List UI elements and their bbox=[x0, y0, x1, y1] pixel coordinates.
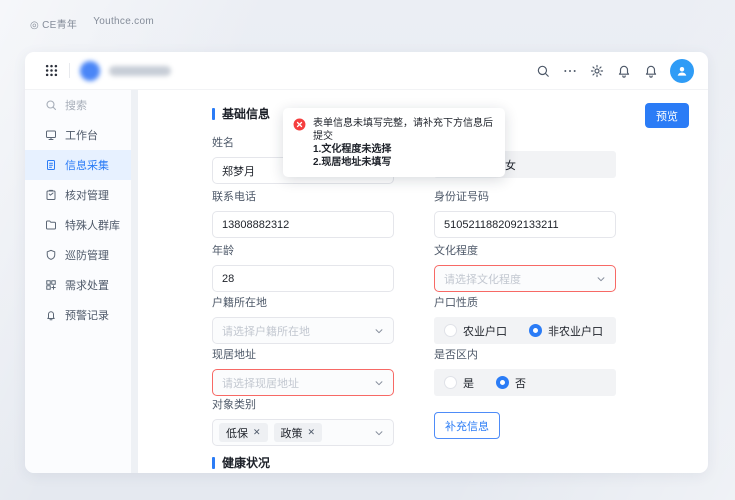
alarm-icon bbox=[45, 309, 58, 322]
error-icon bbox=[293, 118, 306, 169]
section-basic-info: 基础信息 bbox=[212, 105, 270, 122]
search-icon[interactable] bbox=[535, 63, 550, 78]
category-label: 对象类别 bbox=[212, 396, 394, 412]
clipboard-icon bbox=[45, 189, 58, 202]
alert-item-1: 1.文化程度未选择 bbox=[313, 143, 495, 156]
folder-icon bbox=[45, 219, 58, 232]
grid-plus-icon bbox=[45, 279, 58, 292]
education-label: 文化程度 bbox=[434, 242, 616, 258]
radio-icon bbox=[444, 324, 457, 337]
id-number-input[interactable]: 5105211882092133211 bbox=[434, 211, 616, 238]
radio-icon bbox=[444, 376, 457, 389]
form-content: 预览 基础信息 女 表单信息未填写完整，请补充下方信息后提交 1.文化程度未选择… bbox=[138, 90, 708, 473]
household-type-radio-group: 农业户口 非农业户口 bbox=[434, 317, 616, 344]
app-window: 搜索 工作台 信息采集 核对管理 特殊人群库 巡防管理 bbox=[25, 52, 708, 473]
sidebar-item-label: 核对管理 bbox=[65, 187, 109, 203]
preview-button[interactable]: 预览 bbox=[645, 103, 689, 128]
category-multiselect[interactable]: 低保 ✕ 政策 ✕ bbox=[212, 419, 394, 446]
household-location-label: 户籍所在地 bbox=[212, 294, 394, 310]
in-district-radio-group: 是 否 bbox=[434, 369, 616, 396]
education-field: 文化程度 请选择文化程度 bbox=[434, 242, 616, 292]
radio-selected-icon bbox=[529, 324, 542, 337]
sidebar-item-label: 需求处置 bbox=[65, 277, 109, 293]
sidebar-item-workbench[interactable]: 工作台 bbox=[25, 120, 131, 150]
supplement-info-button[interactable]: 补充信息 bbox=[434, 412, 500, 439]
phone-label: 联系电话 bbox=[212, 188, 394, 204]
category-field: 对象类别 低保 ✕ 政策 ✕ bbox=[212, 396, 394, 446]
tag-dibao: 低保 ✕ bbox=[219, 423, 268, 442]
phone-field: 联系电话 13808882312 bbox=[212, 188, 394, 238]
current-address-label: 现居地址 bbox=[212, 346, 394, 362]
search-icon bbox=[45, 99, 58, 112]
sidebar-item-patrol-management[interactable]: 巡防管理 bbox=[25, 240, 131, 270]
household-type-field: 户口性质 农业户口 非农业户口 bbox=[434, 294, 616, 344]
id-number-label: 身份证号码 bbox=[434, 188, 616, 204]
gender-visible-value: 女 bbox=[505, 157, 516, 173]
household-location-field: 户籍所在地 请选择户籍所在地 bbox=[212, 294, 394, 344]
current-address-field: 现居地址 请选择现居地址 bbox=[212, 346, 394, 396]
app-logo-icon bbox=[80, 61, 100, 81]
monitor-icon bbox=[45, 129, 58, 142]
sidebar-item-special-groups[interactable]: 特殊人群库 bbox=[25, 210, 131, 240]
form-alert-popover: 表单信息未填写完整，请补充下方信息后提交 1.文化程度未选择 2.现居地址未填写 bbox=[283, 108, 505, 177]
sidebar-item-warning-records[interactable]: 预警记录 bbox=[25, 300, 131, 330]
radio-yes[interactable]: 是 bbox=[444, 375, 474, 391]
more-icon[interactable] bbox=[562, 63, 577, 78]
education-select[interactable]: 请选择文化程度 bbox=[434, 265, 616, 292]
notification-bell-icon[interactable] bbox=[643, 63, 658, 78]
sidebar-item-label: 工作台 bbox=[65, 127, 98, 143]
radio-selected-icon bbox=[496, 376, 509, 389]
app-logo-title-blurred bbox=[109, 66, 171, 76]
watermark: ◎ CE青年 Youthce.com bbox=[30, 16, 154, 31]
household-location-select[interactable]: 请选择户籍所在地 bbox=[212, 317, 394, 344]
chevron-down-icon bbox=[374, 378, 384, 388]
chevron-down-icon bbox=[374, 428, 384, 438]
settings-gear-icon[interactable] bbox=[589, 63, 604, 78]
radio-non-agricultural[interactable]: 非农业户口 bbox=[529, 323, 603, 339]
topbar bbox=[25, 52, 708, 90]
chevron-down-icon bbox=[596, 274, 606, 284]
phone-input[interactable]: 13808882312 bbox=[212, 211, 394, 238]
apps-grid-icon[interactable] bbox=[44, 63, 59, 78]
age-label: 年龄 bbox=[212, 242, 394, 258]
in-district-field: 是否区内 是 否 bbox=[434, 346, 616, 396]
sidebar: 搜索 工作台 信息采集 核对管理 特殊人群库 巡防管理 bbox=[25, 90, 131, 473]
alert-item-2: 2.现居地址未填写 bbox=[313, 156, 495, 169]
alert-message: 表单信息未填写完整，请补充下方信息后提交 bbox=[313, 117, 495, 143]
tag-zhengce: 政策 ✕ bbox=[274, 423, 323, 442]
section-accent-bar bbox=[212, 457, 215, 469]
topbar-divider bbox=[69, 63, 70, 78]
document-icon bbox=[45, 159, 58, 172]
sidebar-search[interactable]: 搜索 bbox=[25, 90, 131, 120]
section-health-status: 健康状况 bbox=[212, 454, 270, 471]
in-district-label: 是否区内 bbox=[434, 346, 616, 362]
sidebar-item-info-collection[interactable]: 信息采集 bbox=[25, 150, 131, 180]
chevron-down-icon bbox=[374, 326, 384, 336]
sidebar-search-label: 搜索 bbox=[65, 97, 87, 113]
sidebar-item-demand-handling[interactable]: 需求处置 bbox=[25, 270, 131, 300]
radio-agricultural[interactable]: 农业户口 bbox=[444, 323, 507, 339]
radio-no[interactable]: 否 bbox=[496, 375, 526, 391]
household-type-label: 户口性质 bbox=[434, 294, 616, 310]
bell-icon[interactable] bbox=[616, 63, 631, 78]
section-accent-bar bbox=[212, 108, 215, 120]
sidebar-item-label: 信息采集 bbox=[65, 157, 109, 173]
current-address-select[interactable]: 请选择现居地址 bbox=[212, 369, 394, 396]
sidebar-item-label: 预警记录 bbox=[65, 307, 109, 323]
sidebar-item-label: 特殊人群库 bbox=[65, 217, 120, 233]
watermark-site: Youthce.com bbox=[93, 16, 154, 31]
tag-remove-icon[interactable]: ✕ bbox=[308, 428, 316, 437]
age-input[interactable]: 28 bbox=[212, 265, 394, 292]
user-avatar[interactable] bbox=[670, 59, 694, 83]
shield-icon bbox=[45, 249, 58, 262]
age-field: 年龄 28 bbox=[212, 242, 394, 292]
watermark-brand: ◎ CE青年 bbox=[30, 16, 77, 31]
page: ◎ CE青年 Youthce.com bbox=[0, 0, 735, 500]
id-number-field: 身份证号码 5105211882092133211 bbox=[434, 188, 616, 238]
tag-remove-icon[interactable]: ✕ bbox=[253, 428, 261, 437]
sidebar-item-label: 巡防管理 bbox=[65, 247, 109, 263]
sidebar-item-check-management[interactable]: 核对管理 bbox=[25, 180, 131, 210]
